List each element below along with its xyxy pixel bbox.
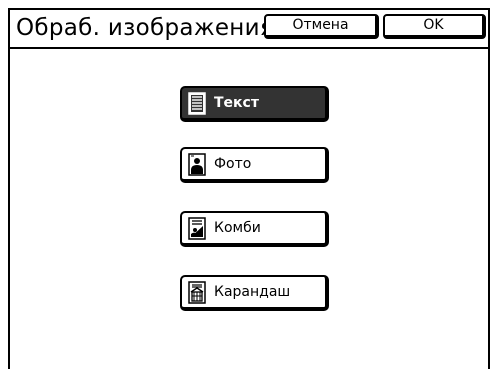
cancel-button[interactable]: Отмена	[264, 14, 379, 39]
ok-button[interactable]: OK	[383, 14, 486, 39]
photo-portrait-icon	[188, 153, 206, 176]
mode-button-photo[interactable]: Фото	[180, 147, 329, 183]
title-bar: Обраб. изображения Отмена OK	[10, 10, 488, 49]
mode-button-pencil[interactable]: Карандаш	[180, 275, 329, 311]
mode-label-pencil: Карандаш	[214, 284, 291, 300]
text-document-icon	[188, 92, 206, 115]
mode-button-text[interactable]: Текст	[180, 86, 329, 122]
combi-document-icon	[188, 217, 206, 240]
mode-label-combi: Комби	[214, 220, 261, 236]
image-processing-panel: Обраб. изображения Отмена OK Текст Фото	[8, 8, 490, 369]
page-title: Обраб. изображения	[16, 15, 275, 41]
pencil-drawing-icon	[188, 281, 206, 304]
mode-label-text: Текст	[214, 95, 259, 111]
mode-label-photo: Фото	[214, 156, 252, 172]
mode-button-combi[interactable]: Комби	[180, 211, 329, 247]
